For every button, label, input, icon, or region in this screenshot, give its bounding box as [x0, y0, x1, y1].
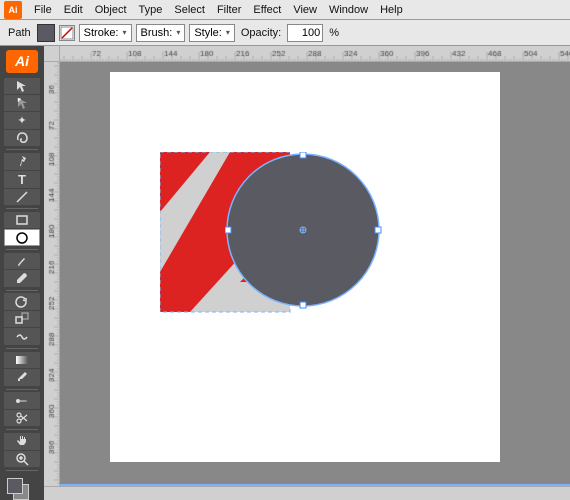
menu-file[interactable]: File: [28, 2, 58, 18]
style-arrow: ▾: [224, 28, 232, 37]
brush-dropdown[interactable]: Brush: ▾: [136, 24, 186, 42]
tool-separator-6: [6, 389, 38, 390]
ai-logo: Ai: [6, 50, 38, 73]
brush-arrow: ▾: [174, 28, 182, 37]
tool-separator-2: [6, 208, 38, 209]
rectangle-tool[interactable]: [4, 212, 40, 228]
menu-window[interactable]: Window: [323, 2, 374, 18]
scale-tool[interactable]: [4, 311, 40, 327]
fill-stroke-swatches: [5, 476, 39, 500]
tool-separator-7: [6, 429, 38, 430]
ruler-row: [44, 46, 570, 62]
magic-wand-tool[interactable]: ✦: [4, 112, 40, 128]
tool-separator-3: [6, 249, 38, 250]
horizontal-ruler: [60, 46, 570, 62]
app-icon: Ai: [4, 1, 22, 19]
tool-separator-1: [6, 149, 38, 150]
fill-swatch[interactable]: [37, 24, 55, 42]
ellipse-tool[interactable]: [4, 229, 40, 245]
control-bar: Path Stroke: ▾ Brush: ▾ Style: ▾ Opacity…: [0, 20, 570, 46]
opacity-input[interactable]: [287, 24, 323, 42]
menu-select[interactable]: Select: [168, 2, 211, 18]
pencil-tool[interactable]: [4, 270, 40, 286]
canvas-wrap: [44, 46, 570, 500]
eyedropper-tool[interactable]: [4, 369, 40, 385]
stroke-arrow: ▾: [121, 28, 129, 37]
menu-edit[interactable]: Edit: [58, 2, 89, 18]
rotate-tool[interactable]: [4, 293, 40, 309]
menu-type[interactable]: Type: [133, 2, 169, 18]
line-segment-tool[interactable]: [4, 189, 40, 205]
menu-bar: Ai File Edit Object Type Select Filter E…: [0, 0, 570, 20]
menu-object[interactable]: Object: [89, 2, 133, 18]
blend-tool[interactable]: [4, 392, 40, 408]
tool-separator-4: [6, 290, 38, 291]
style-dropdown[interactable]: Style: ▾: [189, 24, 235, 42]
warp-tool[interactable]: [4, 328, 40, 344]
menu-filter[interactable]: Filter: [211, 2, 247, 18]
stroke-dropdown[interactable]: Stroke: ▾: [79, 24, 132, 42]
paintbrush-tool[interactable]: [4, 253, 40, 269]
direct-selection-tool[interactable]: [4, 95, 40, 111]
gradient-tool[interactable]: [4, 352, 40, 368]
pen-tool[interactable]: [4, 153, 40, 169]
scissors-tool[interactable]: [4, 410, 40, 426]
main-area: Ai ✦ T: [0, 46, 570, 500]
lasso-tool[interactable]: [4, 130, 40, 146]
menu-effect[interactable]: Effect: [247, 2, 287, 18]
menu-help[interactable]: Help: [374, 2, 409, 18]
canvas-row: [44, 62, 570, 486]
tool-separator-5: [6, 348, 38, 349]
guide-line-h: [60, 484, 570, 486]
opacity-unit: %: [327, 27, 341, 39]
zoom-tool[interactable]: [4, 451, 40, 467]
tool-separator-color: [6, 470, 38, 471]
opacity-label: Opacity:: [239, 27, 283, 39]
menu-view[interactable]: View: [287, 2, 323, 18]
fill-color-swatch[interactable]: [7, 478, 23, 494]
hand-tool[interactable]: [4, 433, 40, 449]
stroke-none-icon[interactable]: [59, 25, 75, 41]
path-label: Path: [6, 27, 33, 39]
artwork-group: [160, 152, 370, 317]
toolbar: Ai ✦ T: [0, 46, 44, 500]
circle-object[interactable]: [225, 152, 390, 317]
ruler-corner: [44, 46, 60, 62]
status-bar: [44, 486, 570, 500]
vertical-ruler: [44, 62, 60, 486]
selection-tool[interactable]: [4, 78, 40, 94]
canvas-area[interactable]: [60, 62, 570, 486]
type-tool[interactable]: T: [4, 171, 40, 188]
